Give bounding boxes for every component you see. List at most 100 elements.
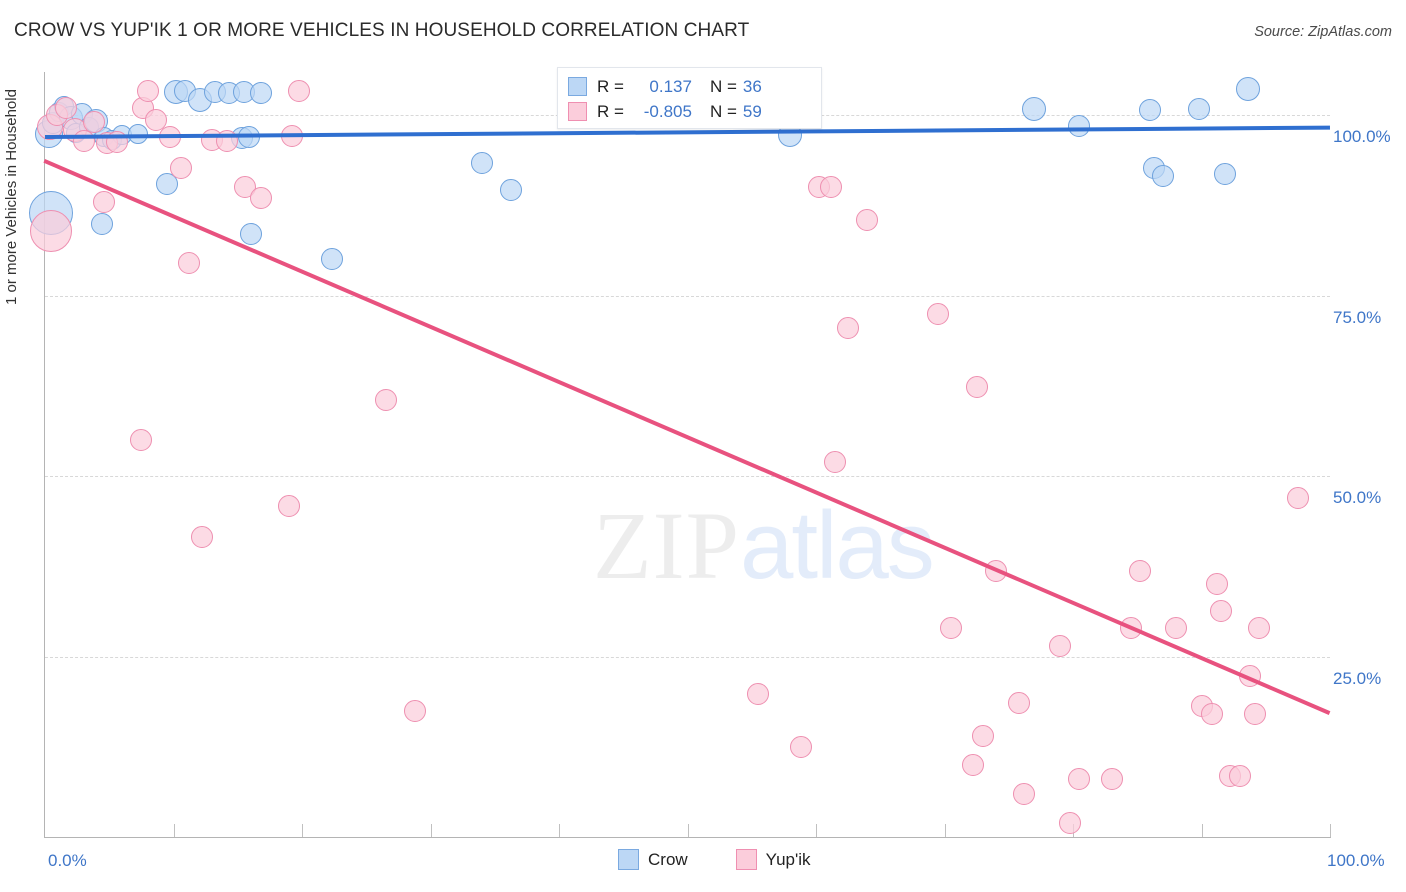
data-point-yupik[interactable] [856, 208, 879, 231]
x-axis-tick [1201, 824, 1203, 837]
data-point-crow[interactable] [1022, 96, 1047, 121]
crow-swatch-icon [568, 77, 587, 96]
data-point-yupik[interactable] [136, 80, 159, 103]
data-point-crow[interactable] [320, 247, 343, 270]
x-axis-max-label: 100.0% [1327, 851, 1385, 870]
x-axis-tick [687, 824, 689, 837]
x-axis-tick [559, 824, 560, 837]
data-point-yupik[interactable] [190, 526, 213, 549]
trendline-yupik [43, 158, 1330, 715]
data-point-yupik[interactable] [961, 753, 984, 776]
data-point-crow[interactable] [1151, 164, 1174, 187]
data-point-crow[interactable] [90, 212, 113, 235]
data-point-yupik[interactable] [820, 176, 843, 199]
data-point-yupik[interactable] [972, 724, 995, 747]
crow-r-value: 0.137 [649, 76, 692, 96]
data-point-crow[interactable] [1068, 115, 1091, 138]
x-axis-tick [816, 824, 817, 837]
legend-label-crow: Crow [648, 849, 688, 869]
data-point-yupik[interactable] [1049, 634, 1072, 657]
page-title: CROW VS YUP'IK 1 OR MORE VEHICLES IN HOU… [14, 20, 750, 41]
data-point-yupik[interactable] [1205, 573, 1228, 596]
gridline-50 [45, 476, 1330, 478]
data-point-yupik[interactable] [130, 429, 153, 452]
chart-root: CROW VS YUP'IK 1 OR MORE VEHICLES IN HOU… [0, 0, 1406, 892]
data-point-yupik[interactable] [837, 317, 860, 340]
data-point-yupik[interactable] [789, 735, 812, 758]
yupik-swatch-icon [568, 102, 587, 121]
data-point-crow[interactable] [470, 151, 493, 174]
data-point-yupik[interactable] [54, 97, 77, 120]
y-tick-label: 100.0% [1333, 127, 1391, 147]
legend-label-yupik: Yup'ik [765, 849, 811, 869]
data-point-yupik[interactable] [177, 251, 200, 274]
x-axis-tick [302, 824, 303, 837]
source-attribution: Source: ZipAtlas.com [1254, 24, 1392, 40]
data-point-yupik[interactable] [1209, 600, 1232, 623]
crow-n-value: 36 [742, 76, 762, 96]
data-point-yupik[interactable] [1229, 764, 1252, 787]
data-point-yupik[interactable] [1200, 703, 1223, 726]
gridline-75 [45, 295, 1330, 297]
stat-row-yupik: R = -0.805 N = 59 [568, 99, 811, 124]
data-point-yupik[interactable] [72, 129, 95, 152]
data-point-yupik[interactable] [404, 699, 427, 722]
correlation-stats-box: R = 0.137 N = 36 R = -0.805 N = 59 [557, 67, 822, 129]
data-point-yupik[interactable] [93, 190, 116, 213]
data-point-yupik[interactable] [1059, 811, 1082, 834]
watermark: ZIPatlas [593, 492, 935, 599]
yupik-legend-swatch-icon [735, 849, 757, 870]
data-point-crow[interactable] [1235, 77, 1260, 102]
data-point-yupik[interactable] [1286, 486, 1309, 509]
legend-item-crow[interactable]: Crow [618, 849, 688, 870]
data-point-yupik[interactable] [927, 302, 950, 325]
crow-r-label: R = [597, 76, 624, 96]
data-point-crow[interactable] [239, 222, 262, 245]
data-point-yupik[interactable] [1008, 692, 1031, 715]
yupik-r-value: -0.805 [643, 101, 692, 121]
x-axis-min-label: 0.0% [48, 851, 87, 870]
x-axis-line [44, 837, 1331, 838]
data-point-yupik[interactable] [1244, 703, 1267, 726]
data-point-yupik[interactable] [170, 156, 193, 179]
data-point-crow[interactable] [500, 179, 523, 202]
data-point-yupik[interactable] [82, 110, 105, 133]
data-point-yupik[interactable] [747, 683, 770, 706]
data-point-crow[interactable] [249, 81, 272, 104]
y-tick-label: 50.0% [1333, 488, 1382, 508]
data-point-yupik[interactable] [1164, 617, 1187, 640]
data-point-yupik[interactable] [965, 376, 988, 399]
data-point-crow[interactable] [1139, 98, 1162, 121]
data-point-yupik[interactable] [1248, 617, 1271, 640]
legend-item-yupik[interactable]: Yup'ik [735, 849, 811, 870]
data-point-yupik[interactable] [374, 389, 397, 412]
data-point-yupik[interactable] [824, 450, 847, 473]
yupik-r-label: R = [597, 101, 624, 121]
data-point-yupik[interactable] [249, 186, 272, 209]
x-axis-tick [944, 824, 946, 837]
x-axis-tick [1330, 824, 1331, 837]
yupik-n-value: 59 [742, 101, 762, 121]
data-point-yupik[interactable] [1013, 782, 1036, 805]
x-axis-tick [173, 824, 175, 837]
data-point-yupik[interactable] [939, 616, 962, 639]
data-point-yupik[interactable] [288, 80, 311, 103]
data-point-yupik[interactable] [1100, 768, 1123, 791]
gridline-25 [45, 656, 1330, 658]
stat-row-crow: R = 0.137 N = 36 [568, 74, 811, 99]
plot-area: ZIPatlas [29, 72, 1331, 837]
y-axis-title: 1 or more Vehicles in Household [3, 89, 20, 305]
data-point-yupik[interactable] [30, 209, 73, 252]
y-tick-label: 25.0% [1333, 668, 1382, 688]
data-point-crow[interactable] [1213, 163, 1236, 186]
crow-legend-swatch-icon [618, 849, 639, 870]
x-axis-tick [430, 824, 432, 837]
data-point-yupik[interactable] [1068, 768, 1091, 791]
yupik-n-label: N = [709, 101, 737, 121]
crow-n-label: N = [709, 76, 737, 96]
data-point-crow[interactable] [1187, 97, 1210, 120]
y-tick-label: 75.0% [1333, 307, 1382, 327]
data-point-yupik[interactable] [1128, 559, 1151, 582]
data-point-yupik[interactable] [278, 495, 301, 518]
chart-legend: Crow Yup'ik [618, 849, 811, 870]
